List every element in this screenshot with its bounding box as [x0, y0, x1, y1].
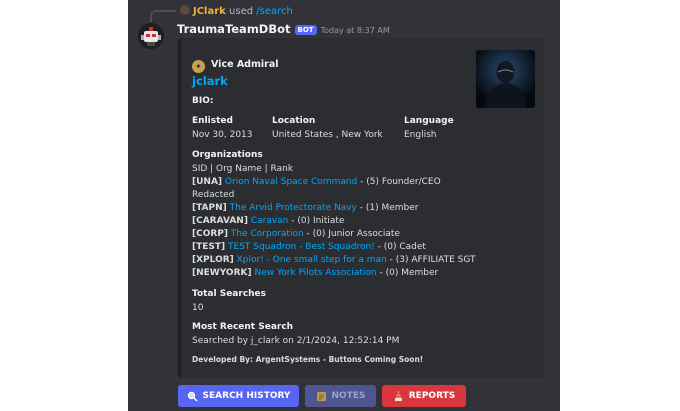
alert-icon [394, 391, 402, 401]
bot-name[interactable]: TraumaTeamDBot [177, 22, 291, 36]
org-sid: [NEWYORK] [192, 268, 252, 278]
message-timestamp: Today at 8:37 AM [320, 26, 390, 35]
org-link[interactable]: Orion Naval Space Command [225, 177, 357, 187]
language-label: Language [404, 116, 454, 126]
reports-button[interactable]: REPORTS [382, 385, 466, 407]
reply-command[interactable]: /search [256, 6, 293, 17]
org-sid: [CORP] [192, 229, 229, 239]
organizations-header: SID | Org Name | Rank [192, 164, 294, 174]
org-rank: Redacted [192, 190, 235, 200]
embed-author: ✦ Vice Admiral [192, 52, 278, 73]
org-link[interactable]: New York Pilots Association [254, 268, 376, 278]
notepad-icon [316, 391, 326, 401]
org-row: [CARAVAN] Caravan - (0) Initiate [192, 216, 344, 226]
total-searches-value: 10 [192, 303, 204, 313]
organizations-label: Organizations [192, 150, 263, 160]
org-row: [XPLOR] Xplor! - One small step for a ma… [192, 255, 476, 265]
org-row: [UNA] Orion Naval Space Command - (5) Fo… [192, 177, 441, 187]
profile-embed: ✦ Vice Admiral jclark BIO: Enlisted Nov 3… [178, 38, 544, 378]
org-sid: [UNA] [192, 177, 223, 187]
location-value: United States , New York [272, 130, 383, 140]
org-rank: - (3) AFFILIATE SGT [386, 255, 476, 265]
reply-avatar [180, 5, 190, 15]
org-rank: - (0) Junior Associate [303, 229, 400, 239]
org-row: [CORP] The Corporation - (0) Junior Asso… [192, 229, 400, 239]
recent-search-label: Most Recent Search [192, 322, 294, 332]
language-value: English [404, 130, 437, 140]
insignia-icon: ✦ [192, 60, 205, 73]
bot-badge: BOT [294, 25, 317, 35]
org-link[interactable]: The Corporation [231, 229, 304, 239]
org-sid: [TEST] [192, 242, 226, 252]
reply-context[interactable]: JClark used /search [180, 5, 293, 17]
reply-used-text: used [229, 6, 254, 17]
org-sid: [TAPN] [192, 203, 227, 213]
profile-portrait-image [476, 50, 535, 108]
embed-footer: Developed By: ArgentSystems - Buttons Co… [192, 355, 424, 364]
search-history-button[interactable]: SEARCH HISTORY [178, 385, 299, 407]
org-link[interactable]: Xplor! - One small step for a man [237, 255, 387, 265]
message-header: TraumaTeamDBot BOT Today at 8:37 AM [177, 22, 390, 36]
total-searches-label: Total Searches [192, 289, 267, 299]
search-history-label: SEARCH HISTORY [202, 391, 291, 401]
org-row: [TAPN] The Arvid Protectorate Navy - (1)… [192, 203, 418, 213]
org-row: [NEWYORK] New York Pilots Association - … [192, 268, 438, 278]
enlisted-label: Enlisted [192, 116, 233, 126]
magnifier-icon [187, 391, 198, 402]
org-sid: [XPLOR] [192, 255, 234, 265]
org-rank: - (0) Cadet [374, 242, 426, 252]
robot-avatar-icon [138, 23, 164, 49]
reports-label: REPORTS [408, 391, 456, 401]
profile-thumbnail[interactable] [476, 50, 535, 108]
org-row: [TEST] TEST Squadron - Best Squadron! - … [192, 242, 426, 252]
reply-username[interactable]: JClark [193, 6, 226, 17]
org-row: Redacted [192, 190, 234, 200]
org-link[interactable]: TEST Squadron - Best Squadron! [228, 242, 375, 252]
recent-search-value: Searched by j_clark on 2/1/2024, 12:52:1… [192, 336, 400, 346]
org-rank: - (0) Member [376, 268, 439, 278]
reply-connector [150, 10, 176, 22]
org-rank: - (0) Initiate [288, 216, 345, 226]
org-link[interactable]: Caravan [251, 216, 289, 226]
org-rank: - (5) Founder/CEO [357, 177, 441, 187]
org-sid: [CARAVAN] [192, 216, 248, 226]
enlisted-value: Nov 30, 2013 [192, 130, 253, 140]
notes-button[interactable]: NOTES [305, 385, 376, 407]
org-rank: - (1) Member [356, 203, 419, 213]
bio-label: BIO: [192, 96, 214, 106]
bot-avatar[interactable] [138, 23, 164, 49]
location-label: Location [272, 116, 316, 126]
embed-title-link[interactable]: jclark [192, 74, 228, 88]
org-link[interactable]: The Arvid Protectorate Navy [230, 203, 357, 213]
embed-author-name: Vice Admiral [211, 59, 279, 70]
notes-label: NOTES [331, 391, 366, 401]
